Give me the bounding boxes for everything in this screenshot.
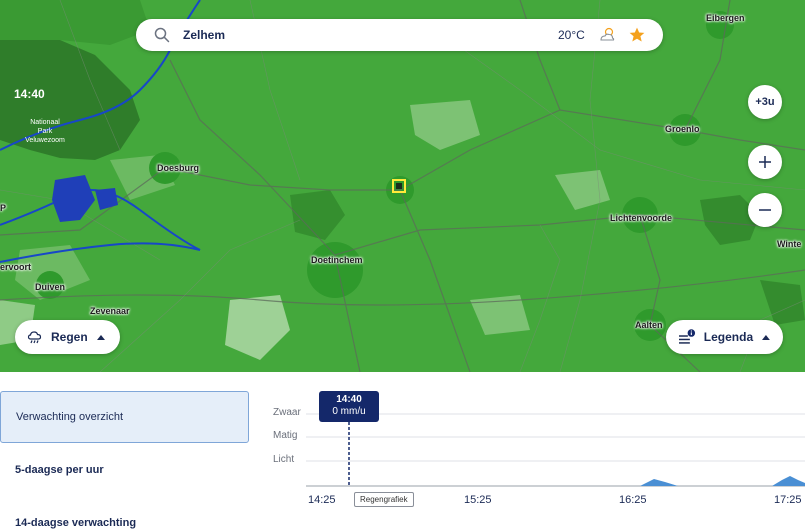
regengrafiek-tag[interactable]: Regengrafiek (354, 492, 414, 507)
city-label-groenlo: Groenlo (665, 124, 700, 134)
legend-info-icon (678, 329, 696, 344)
now-indicator: 14:40 0 mm/u (319, 391, 379, 422)
plus-icon (759, 156, 771, 168)
star-icon[interactable] (628, 26, 646, 44)
city-label-ervoort: ervoort (0, 262, 32, 272)
rain-graph[interactable]: Zwaar Matig Licht 14:40 0 mm/u 14:25 Reg… (260, 372, 805, 531)
city-label-doetinchem: Doetinchem (311, 255, 363, 265)
sidebar-item-label: 14-daagse verwachting (15, 517, 137, 529)
sidebar-item-14-daagse[interactable]: 14-daagse verwachting (0, 497, 249, 531)
partly-cloudy-icon (600, 27, 615, 41)
layer-select-button[interactable]: Regen (15, 320, 120, 354)
sidebar-item-verwachting-overzicht[interactable]: Verwachting overzicht (0, 391, 249, 443)
time-step-label: +3u (755, 96, 775, 108)
city-label-aalten: Aalten (635, 320, 663, 330)
rain-cloud-icon (27, 331, 42, 344)
city-label-zevenaar: Zevenaar (90, 306, 130, 316)
rain-area-1 (640, 479, 678, 486)
search-input[interactable]: Zelhem (183, 28, 225, 42)
sidebar-item-label: 5-daagse per uur (15, 464, 104, 476)
city-label-doesburg: Doesburg (157, 163, 200, 173)
rain-area-2 (772, 476, 805, 486)
legend-label: Legenda (703, 330, 754, 344)
city-label-p: P (0, 203, 7, 213)
level-label-zwaar: Zwaar (273, 407, 301, 418)
x-tick-1: 14:25 (308, 494, 336, 506)
x-tick-2: 15:25 (464, 494, 492, 506)
time-step-button[interactable]: +3u (748, 85, 782, 119)
city-label-duiven: Duiven (35, 282, 66, 292)
level-label-licht: Licht (273, 454, 295, 465)
legend-button[interactable]: Legenda (666, 320, 783, 354)
location-search-bar[interactable]: Zelhem 20°C (136, 19, 663, 51)
forecast-sidebar: Verwachting overzicht 5-daagse per uur 1… (0, 372, 260, 531)
zoom-out-button[interactable] (748, 193, 782, 227)
city-label-lichtenvoorde: Lichtenvoorde (610, 213, 673, 223)
search-icon[interactable] (154, 27, 170, 43)
park-label-text: Nationaal Park Veluwezoom (25, 119, 65, 144)
now-time: 14:40 (336, 394, 362, 405)
sidebar-item-5-daagse[interactable]: 5-daagse per uur (0, 444, 249, 496)
now-value: 0 mm/u (332, 406, 366, 417)
caret-up-icon (96, 335, 105, 340)
caret-up-icon (762, 335, 771, 340)
layer-select-label: Regen (51, 330, 88, 344)
x-tick-3: 16:25 (619, 494, 647, 506)
current-temperature: 20°C (558, 28, 585, 42)
map-background (0, 0, 805, 372)
minus-icon (759, 209, 771, 211)
zoom-in-button[interactable] (748, 145, 782, 179)
x-tick-4: 17:25 (774, 494, 802, 506)
park-label: Nationaal Park Veluwezoom (10, 118, 80, 145)
level-label-matig: Matig (273, 430, 298, 441)
map-time-label: 14:40 (14, 87, 45, 101)
city-label-eibergen: Eibergen (706, 13, 745, 23)
sidebar-item-label: Verwachting overzicht (16, 411, 123, 423)
weather-map[interactable]: 14:40 Nationaal Park Veluwezoom Eibergen… (0, 0, 805, 372)
city-label-winte: Winte (777, 239, 802, 249)
